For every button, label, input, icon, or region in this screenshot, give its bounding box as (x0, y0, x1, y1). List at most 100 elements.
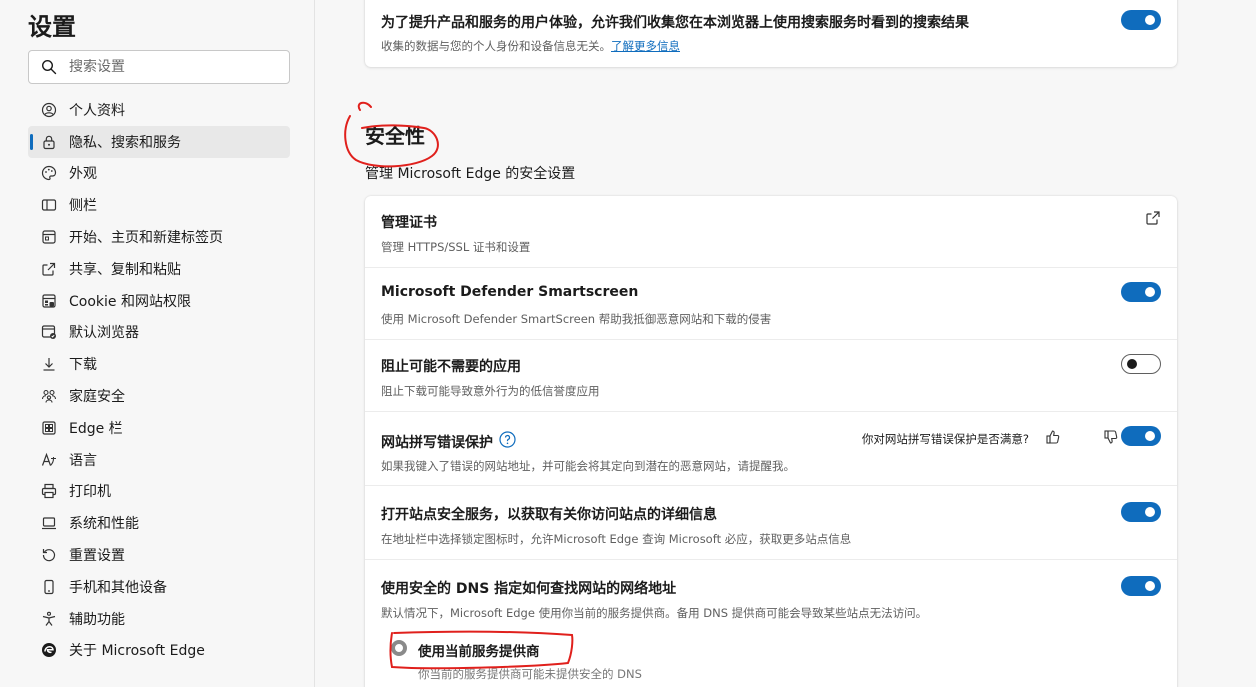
security-card: 管理证书 管理 HTTPS/SSL 证书和设置 Microsoft Defend… (365, 196, 1177, 687)
setting-title: 打开站点安全服务，以获取有关你访问站点的详细信息 (381, 507, 717, 523)
sidebar: 设置 个人资料 隐私、搜索和服务 (0, 0, 315, 687)
sidebar-title: 设置 (28, 13, 76, 41)
search-box[interactable] (28, 50, 290, 84)
sidebar-item-share[interactable]: 共享、复制和粘贴 (28, 253, 290, 285)
sidebar-item-privacy[interactable]: 隐私、搜索和服务 (28, 125, 290, 158)
reset-icon (40, 546, 58, 564)
search-icon (41, 59, 57, 75)
sidebar-nav: 个人资料 隐私、搜索和服务 外观 侧栏 开始、主页和新建标签页 共享、复制和粘贴… (28, 94, 290, 666)
share-icon (40, 260, 58, 278)
sidebar-item-label: 共享、复制和粘贴 (69, 261, 181, 278)
feedback-prompt: 你对网站拼写错误保护是否满意? (861, 432, 1029, 446)
setting-row-site-safety: 打开站点安全服务，以获取有关你访问站点的详细信息 在地址栏中选择锁定图标时，允许… (365, 486, 1177, 560)
sidebar-item-label: 个人资料 (69, 102, 125, 119)
external-link-icon[interactable] (1145, 210, 1161, 226)
sidebar-item-printers[interactable]: 打印机 (28, 476, 290, 508)
sidebar-item-label: Cookie 和网站权限 (69, 293, 191, 310)
printer-icon (40, 482, 58, 500)
settings-app: 设置 个人资料 隐私、搜索和服务 (0, 0, 1256, 687)
setting-desc: 在地址栏中选择锁定图标时，允许Microsoft Edge 查询 Microso… (381, 532, 852, 546)
setting-row-typo-protection: 网站拼写错误保护 你对网站拼写错误保护是否满意? 如果我键入了错误的网站地址，并… (365, 412, 1177, 486)
browser-icon (40, 323, 58, 341)
setting-desc: 如果我键入了错误的网站地址，并可能会将其定向到潜在的恶意网站，请提醒我。 (381, 459, 795, 473)
sidebar-item-label: 默认浏览器 (69, 325, 139, 342)
setting-row-pua: 阻止可能不需要的应用 阻止下载可能导致意外行为的低信誉度应用 (365, 340, 1177, 412)
setting-title: 使用安全的 DNS 指定如何查找网站的网络地址 (381, 581, 677, 597)
section-subtitle: 管理 Microsoft Edge 的安全设置 (365, 166, 576, 182)
sidebar-item-label: 家庭安全 (69, 389, 125, 406)
sidebar-icon (40, 196, 58, 214)
secure-dns-toggle[interactable] (1121, 576, 1161, 596)
sidebar-item-label: 外观 (69, 166, 97, 183)
sidebar-item-label: Edge 栏 (69, 420, 123, 437)
setting-desc: 阻止下载可能导致意外行为的低信誉度应用 (381, 384, 600, 398)
dns-current-provider-radio[interactable] (391, 640, 407, 656)
setting-title: 网站拼写错误保护 (381, 435, 493, 451)
thumbs-down-icon[interactable] (1103, 429, 1119, 445)
sidebar-item-label: 关于 Microsoft Edge (69, 643, 205, 660)
sidebar-item-downloads[interactable]: 下载 (28, 348, 290, 380)
setting-title: 为了提升产品和服务的用户体验，允许我们收集您在本浏览器上使用搜索服务时看到的搜索… (381, 15, 969, 31)
dns-option-desc: 你当前的服务提供商可能未提供安全的 DNS (418, 667, 642, 681)
sidebar-item-cookies[interactable]: Cookie 和网站权限 (28, 285, 290, 317)
search-input[interactable] (69, 59, 269, 75)
setting-desc: 管理 HTTPS/SSL 证书和设置 (381, 240, 531, 254)
profile-icon (40, 101, 58, 119)
sidebar-item-phone[interactable]: 手机和其他设备 (28, 571, 290, 603)
setting-row-certificates[interactable]: 管理证书 管理 HTTPS/SSL 证书和设置 (365, 196, 1177, 268)
sidebar-item-label: 下载 (69, 357, 97, 374)
sidebar-item-family[interactable]: 家庭安全 (28, 380, 290, 412)
setting-desc: 默认情况下，Microsoft Edge 使用你当前的服务提供商。备用 DNS … (381, 606, 928, 620)
help-icon[interactable] (499, 431, 516, 448)
edge-logo-icon (40, 641, 58, 659)
home-tab-icon (40, 228, 58, 246)
setting-desc: 收集的数据与您的个人身份和设备信息无关。了解更多信息 (381, 38, 680, 54)
sidebar-item-label: 隐私、搜索和服务 (69, 134, 181, 151)
sidebar-item-label: 语言 (69, 452, 97, 469)
sidebar-item-reset[interactable]: 重置设置 (28, 539, 290, 571)
sidebar-item-label: 打印机 (69, 484, 111, 501)
search-results-card: 为了提升产品和服务的用户体验，允许我们收集您在本浏览器上使用搜索服务时看到的搜索… (365, 0, 1177, 67)
sidebar-item-accessibility[interactable]: 辅助功能 (28, 603, 290, 635)
main-content: 为了提升产品和服务的用户体验，允许我们收集您在本浏览器上使用搜索服务时看到的搜索… (316, 0, 1256, 687)
dns-option-label: 使用当前服务提供商 (418, 644, 540, 660)
pua-toggle[interactable] (1121, 354, 1161, 374)
download-icon (40, 355, 58, 373)
sidebar-item-system[interactable]: 系统和性能 (28, 507, 290, 539)
cookie-icon (40, 292, 58, 310)
thumbs-up-icon[interactable] (1045, 429, 1061, 445)
sidebar-item-start-home[interactable]: 开始、主页和新建标签页 (28, 221, 290, 253)
sidebar-item-languages[interactable]: 语言 (28, 444, 290, 476)
sidebar-item-edge-bar[interactable]: Edge 栏 (28, 412, 290, 444)
typo-protection-toggle[interactable] (1121, 426, 1161, 446)
sidebar-item-label: 侧栏 (69, 198, 97, 215)
lock-icon (40, 133, 58, 151)
setting-row-smartscreen: Microsoft Defender Smartscreen 使用 Micros… (365, 268, 1177, 340)
sidebar-item-label: 手机和其他设备 (69, 579, 167, 596)
setting-title: 阻止可能不需要的应用 (381, 359, 521, 375)
sidebar-item-appearance[interactable]: 外观 (28, 158, 290, 190)
smartscreen-toggle[interactable] (1121, 282, 1161, 302)
sidebar-item-label: 重置设置 (69, 548, 125, 565)
sidebar-item-default-browser[interactable]: 默认浏览器 (28, 317, 290, 349)
edge-bar-icon (40, 419, 58, 437)
setting-row-search-results: 为了提升产品和服务的用户体验，允许我们收集您在本浏览器上使用搜索服务时看到的搜索… (365, 0, 1177, 67)
phone-icon (40, 578, 58, 596)
search-results-toggle[interactable] (1121, 10, 1161, 30)
sidebar-item-label: 开始、主页和新建标签页 (69, 230, 223, 247)
laptop-icon (40, 514, 58, 532)
family-icon (40, 387, 58, 405)
setting-desc-text: 收集的数据与您的个人身份和设备信息无关。 (381, 39, 611, 53)
setting-row-secure-dns: 使用安全的 DNS 指定如何查找网站的网络地址 默认情况下，Microsoft … (365, 560, 1177, 687)
setting-title: Microsoft Defender Smartscreen (381, 284, 639, 300)
palette-icon (40, 164, 58, 182)
sidebar-item-label: 辅助功能 (69, 611, 125, 628)
accessibility-icon (40, 610, 58, 628)
sidebar-item-sidebar[interactable]: 侧栏 (28, 189, 290, 221)
site-safety-toggle[interactable] (1121, 502, 1161, 522)
language-icon (40, 451, 58, 469)
setting-title: 管理证书 (381, 215, 437, 231)
sidebar-item-about[interactable]: 关于 Microsoft Edge (28, 635, 290, 667)
learn-more-link[interactable]: 了解更多信息 (611, 39, 680, 53)
sidebar-item-profile[interactable]: 个人资料 (28, 94, 290, 126)
